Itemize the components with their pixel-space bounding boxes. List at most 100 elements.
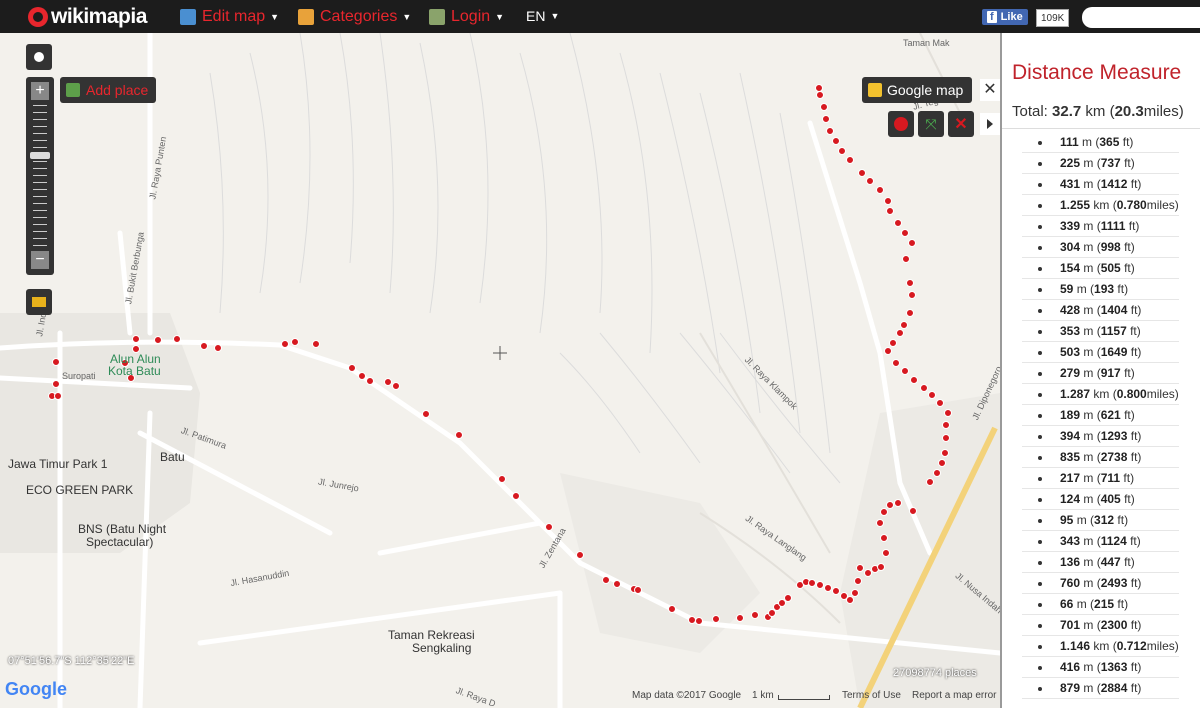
segment-c: 1157: [1100, 324, 1127, 338]
segment-cu: ft): [1127, 345, 1142, 359]
login-icon: [429, 9, 445, 25]
segment-u: m (: [1080, 471, 1101, 485]
segment-c: 365: [1099, 135, 1120, 149]
segment-cu: ft): [1127, 681, 1142, 695]
map-canvas[interactable]: Alun Alun Kota Batu Suropati Batu Jawa T…: [0, 33, 1000, 708]
google-logo: Google: [5, 679, 67, 699]
segment-u: m (: [1080, 618, 1101, 632]
location-button[interactable]: [26, 44, 52, 70]
segment-c: 405: [1100, 492, 1121, 506]
zoom-in-button[interactable]: +: [31, 82, 49, 100]
segment-item: 835 m (2738 ft): [1002, 447, 1179, 468]
clear-route-button[interactable]: ✕: [948, 111, 974, 137]
segment-u: m (: [1080, 345, 1101, 359]
menu-login[interactable]: Login ▼: [429, 8, 504, 26]
remove-point-button[interactable]: [888, 111, 914, 137]
total-suffix: miles): [1143, 103, 1184, 120]
facebook-like-button[interactable]: f Like: [982, 9, 1028, 25]
segment-cu: ft): [1120, 366, 1135, 380]
segment-u: m (: [1080, 366, 1101, 380]
segment-c: 2884: [1100, 681, 1128, 695]
segment-c: 998: [1100, 240, 1121, 254]
menu-categories-label: Categories: [320, 8, 398, 25]
segment-v: 343: [1060, 534, 1081, 548]
segment-v: 339: [1060, 219, 1081, 233]
segment-cu: ft): [1127, 618, 1142, 632]
google-map-button[interactable]: Google map: [862, 77, 972, 103]
zoom-slider-handle[interactable]: [30, 152, 50, 159]
segment-u: m (: [1080, 177, 1101, 191]
segment-item: 225 m (737 ft): [1002, 153, 1179, 174]
label-taman-mak: Taman Mak: [903, 38, 950, 48]
segment-u: m (: [1080, 450, 1101, 464]
segment-u: m (: [1080, 240, 1101, 254]
zoom-out-button[interactable]: −: [31, 251, 49, 269]
label-sengkaling: Sengkaling: [412, 641, 472, 655]
segment-u: m (: [1080, 660, 1101, 674]
close-icon: ✕: [954, 116, 968, 133]
segment-c: 1363: [1100, 660, 1128, 674]
terms-link[interactable]: Terms of Use: [842, 690, 901, 701]
segment-c: 312: [1094, 513, 1115, 527]
label-bns-line1: BNS (Batu Night: [78, 522, 167, 536]
places-count: 27098774 places: [893, 667, 977, 679]
panel-title: Distance Measure: [1012, 61, 1182, 84]
zoom-slider-track[interactable]: [33, 105, 47, 249]
wikimapia-logo-icon: [28, 7, 48, 27]
segment-v: 1.146: [1060, 639, 1091, 653]
menu-categories[interactable]: Categories ▼: [298, 8, 411, 26]
segment-cu: miles): [1146, 639, 1179, 653]
segment-c: 1124: [1100, 534, 1127, 548]
segment-cu: ft): [1127, 303, 1142, 317]
segment-cu: ft): [1120, 240, 1135, 254]
segment-u: m (: [1078, 135, 1100, 149]
segment-u: m (: [1080, 261, 1101, 275]
segment-u: m (: [1080, 303, 1101, 317]
logo-text: wikimapia: [51, 5, 147, 28]
menu-edit-map[interactable]: Edit map ▼: [180, 8, 279, 26]
report-error-link[interactable]: Report a map error: [912, 690, 996, 701]
expand-icon: ⤧: [925, 115, 937, 132]
chevron-down-icon: ▼: [495, 12, 505, 22]
segment-v: 879: [1060, 681, 1081, 695]
segment-c: 1293: [1100, 429, 1128, 443]
total-km: 32.7: [1052, 103, 1082, 120]
segment-v: 1.287: [1060, 387, 1091, 401]
close-panel-button[interactable]: ✕: [980, 79, 1000, 101]
fit-route-button[interactable]: ⤧: [918, 111, 944, 137]
ruler-button[interactable]: [26, 289, 52, 315]
search-input[interactable]: [1082, 7, 1200, 28]
segment-cu: ft): [1127, 660, 1142, 674]
segment-item: 217 m (711 ft): [1002, 468, 1179, 489]
add-place-button[interactable]: Add place: [60, 77, 156, 103]
segment-v: 66: [1060, 597, 1074, 611]
wikimapia-logo[interactable]: wikimapia: [28, 5, 147, 29]
segment-item: 189 m (621 ft): [1002, 405, 1179, 426]
segment-u: km (: [1090, 387, 1117, 401]
edit-map-icon: [180, 9, 196, 25]
segment-v: 701: [1060, 618, 1081, 632]
segment-u: m (: [1080, 492, 1101, 506]
segment-v: 431: [1060, 177, 1081, 191]
segment-v: 428: [1060, 303, 1081, 317]
segment-cu: ft): [1120, 261, 1135, 275]
segment-c: 711: [1100, 471, 1121, 485]
segment-cu: ft): [1127, 429, 1142, 443]
segment-u: m (: [1073, 513, 1095, 527]
segment-v: 95: [1060, 513, 1074, 527]
scale-bar: [778, 695, 830, 700]
menu-language[interactable]: EN ▼: [526, 8, 559, 24]
segment-cu: ft): [1120, 471, 1135, 485]
chevron-down-icon: ▼: [270, 12, 280, 22]
segment-item: 879 m (2884 ft): [1002, 678, 1179, 699]
ruler-icon: [32, 297, 46, 307]
segment-u: m (: [1080, 324, 1101, 338]
segment-c: 505: [1100, 261, 1121, 275]
segment-u: m (: [1080, 219, 1101, 233]
segment-c: 2493: [1100, 576, 1128, 590]
collapse-panel-button[interactable]: [980, 113, 1000, 135]
segment-cu: ft): [1127, 576, 1142, 590]
label-taman-rekreasi: Taman Rekreasi: [388, 628, 475, 642]
label-suropati: Suropati: [62, 371, 96, 381]
segment-u: m (: [1080, 534, 1101, 548]
